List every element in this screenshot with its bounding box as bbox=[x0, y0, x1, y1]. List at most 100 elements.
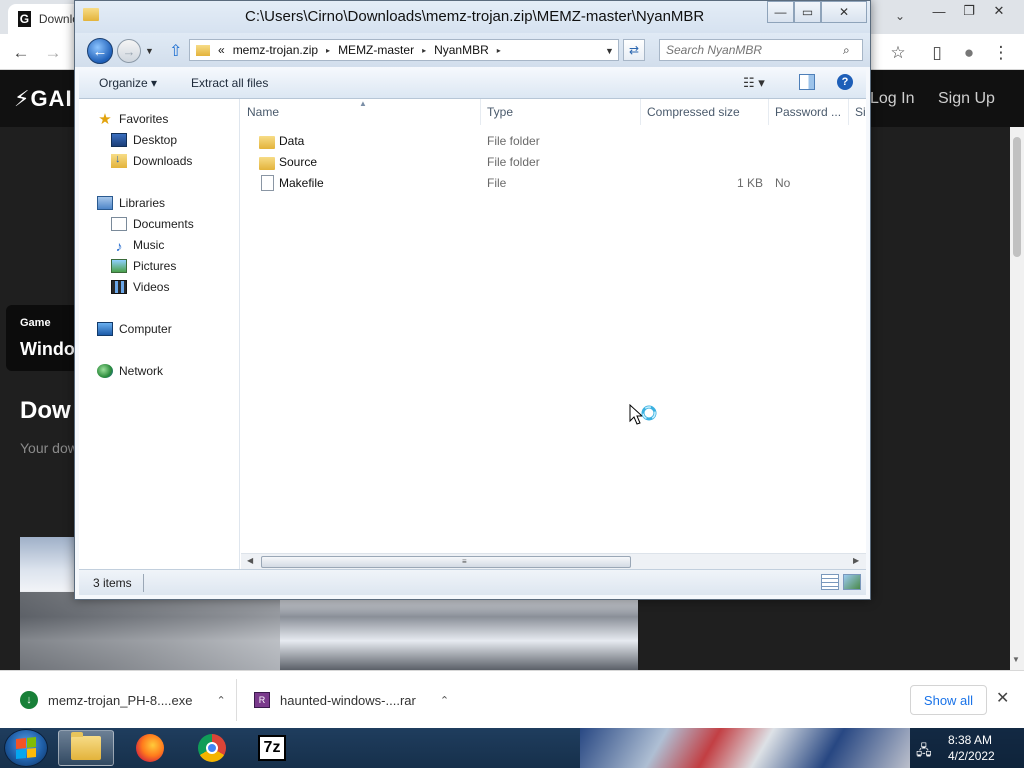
breadcrumb-item[interactable]: NyanMBR bbox=[434, 43, 489, 57]
download-item[interactable]: ↓ memz-trojan_PH-8....exe ⌃ bbox=[20, 671, 226, 729]
download-options-chevron-icon[interactable]: ⌃ bbox=[217, 694, 226, 707]
nav-item-libraries[interactable]: Libraries bbox=[97, 193, 165, 213]
search-icon[interactable]: ⌕ bbox=[843, 43, 850, 58]
recent-locations-chevron-icon[interactable]: ▼ bbox=[145, 46, 154, 56]
bookmark-star-icon[interactable]: ☆ bbox=[885, 40, 911, 66]
taskbar-explorer-button[interactable] bbox=[58, 730, 114, 766]
search-input[interactable] bbox=[659, 39, 863, 61]
nav-item-music[interactable]: ♪ Music bbox=[111, 235, 165, 255]
breadcrumb-item[interactable]: memz-trojan.zip bbox=[233, 43, 318, 57]
help-icon[interactable]: ? bbox=[837, 74, 853, 90]
network-tray-icon[interactable]: 🖧 bbox=[916, 740, 932, 764]
browser-forward-button[interactable]: → bbox=[40, 40, 66, 66]
download-shelf: ↓ memz-trojan_PH-8....exe ⌃ R haunted-wi… bbox=[0, 670, 1024, 728]
column-header-name[interactable]: Name bbox=[241, 99, 481, 125]
horizontal-scrollbar-thumb[interactable]: ≡ bbox=[261, 556, 631, 568]
profile-avatar-icon[interactable]: ● bbox=[956, 40, 982, 66]
site-logo[interactable]: ⚡GAI bbox=[14, 86, 73, 112]
explorer-close-button[interactable]: ✕ bbox=[821, 1, 867, 23]
address-overflow[interactable]: « bbox=[218, 43, 225, 57]
sign-up-link[interactable]: Sign Up bbox=[938, 90, 995, 108]
log-in-link[interactable]: Log In bbox=[870, 90, 914, 108]
browser-minimize-button[interactable]: — bbox=[924, 0, 954, 22]
refresh-icon[interactable]: ⇄ bbox=[623, 39, 645, 61]
scroll-right-arrow-icon[interactable]: ▶ bbox=[853, 556, 859, 565]
7zip-icon: 7z bbox=[258, 735, 286, 761]
taskbar-firefox-button[interactable] bbox=[122, 730, 178, 766]
explorer-titlebar[interactable]: C:\Users\Cirno\Downloads\memz-trojan.zip… bbox=[75, 1, 870, 33]
site-favicon-icon: G bbox=[18, 11, 31, 27]
download-options-chevron-icon[interactable]: ⌃ bbox=[440, 694, 449, 707]
change-view-button[interactable]: ☷ ▾ bbox=[743, 75, 765, 91]
column-header-size[interactable]: Si bbox=[849, 99, 866, 125]
start-button[interactable] bbox=[4, 729, 48, 767]
game-badge: Game bbox=[20, 317, 51, 329]
folder-icon bbox=[259, 135, 275, 150]
file-password: No bbox=[775, 176, 791, 190]
nav-item-documents[interactable]: Documents bbox=[111, 214, 194, 234]
documents-icon bbox=[111, 217, 127, 231]
videos-icon bbox=[111, 280, 127, 294]
extract-all-files-button[interactable]: Extract all files bbox=[191, 76, 268, 90]
file-row[interactable]: Data File folder bbox=[241, 131, 866, 152]
clock-date[interactable]: 4/2/2022 bbox=[948, 749, 995, 763]
browser-menu-icon[interactable]: ⋮ bbox=[988, 40, 1014, 66]
taskbar-7zip-button[interactable]: 7z bbox=[244, 730, 300, 766]
file-icon bbox=[261, 175, 274, 191]
breadcrumb-separator-icon[interactable]: ▸ bbox=[422, 46, 426, 55]
file-type: File folder bbox=[487, 134, 540, 148]
up-folder-icon[interactable]: ⇧ bbox=[169, 41, 182, 61]
libraries-icon bbox=[97, 196, 113, 210]
nav-item-videos[interactable]: Videos bbox=[111, 277, 169, 297]
file-row[interactable]: Source File folder bbox=[241, 152, 866, 173]
nav-item-network[interactable]: Network bbox=[97, 361, 163, 381]
browser-close-button[interactable]: ✕ bbox=[984, 0, 1014, 22]
explorer-window: C:\Users\Cirno\Downloads\memz-trojan.zip… bbox=[74, 0, 871, 600]
page-scrollbar-thumb[interactable] bbox=[1013, 137, 1021, 257]
details-view-icon[interactable] bbox=[821, 574, 839, 590]
preview-pane-icon[interactable] bbox=[799, 74, 815, 90]
nav-item-desktop[interactable]: Desktop bbox=[111, 130, 177, 150]
nav-item-downloads[interactable]: Downloads bbox=[111, 151, 192, 171]
file-row[interactable]: Makefile File 1 KB No bbox=[241, 173, 866, 194]
breadcrumb-separator-icon[interactable]: ▸ bbox=[497, 46, 501, 55]
tab-search-chevron-icon[interactable]: ⌄ bbox=[888, 4, 912, 28]
download-separator bbox=[236, 679, 237, 721]
show-all-downloads-button[interactable]: Show all bbox=[910, 685, 987, 715]
nav-item-label: Videos bbox=[133, 280, 170, 294]
explorer-window-title: C:\Users\Cirno\Downloads\memz-trojan.zip… bbox=[245, 8, 705, 25]
explorer-forward-button[interactable]: → bbox=[117, 39, 141, 63]
nav-item-computer[interactable]: Computer bbox=[97, 319, 172, 339]
firefox-icon bbox=[136, 734, 164, 762]
column-header-compressed-size[interactable]: Compressed size bbox=[641, 99, 769, 125]
explorer-maximize-button[interactable]: ▭ bbox=[794, 1, 821, 23]
page-scrollbar[interactable]: ▼ bbox=[1010, 127, 1024, 670]
page-title: Dow bbox=[20, 397, 71, 424]
computer-icon bbox=[97, 322, 113, 336]
large-icons-view-icon[interactable] bbox=[843, 574, 861, 590]
address-history-chevron-icon[interactable]: ▼ bbox=[605, 46, 614, 56]
horizontal-scrollbar[interactable]: ◀ ≡ ▶ bbox=[241, 553, 866, 569]
desktop-icon bbox=[111, 133, 127, 147]
close-download-shelf-icon[interactable]: ✕ bbox=[996, 688, 1009, 708]
explorer-back-button[interactable]: ← bbox=[87, 38, 113, 64]
nav-item-label: Documents bbox=[133, 217, 194, 231]
download-item[interactable]: R haunted-windows-....rar ⌃ bbox=[254, 671, 449, 729]
organize-button[interactable]: Organize ▾ bbox=[99, 76, 157, 90]
address-bar[interactable]: « memz-trojan.zip ▸ MEMZ-master ▸ NyanMB… bbox=[189, 39, 619, 61]
side-panel-icon[interactable]: ▯ bbox=[924, 40, 950, 66]
explorer-minimize-button[interactable]: — bbox=[767, 1, 794, 23]
browser-back-button[interactable]: ← bbox=[8, 40, 34, 66]
clock-time[interactable]: 8:38 AM bbox=[948, 733, 992, 747]
taskbar-chrome-button[interactable] bbox=[184, 730, 240, 766]
breadcrumb-item[interactable]: MEMZ-master bbox=[338, 43, 414, 57]
scroll-left-arrow-icon[interactable]: ◀ bbox=[247, 556, 253, 565]
explorer-window-controls: — ▭ ✕ bbox=[767, 1, 867, 23]
browser-maximize-button[interactable]: ❐ bbox=[954, 0, 984, 22]
breadcrumb-separator-icon[interactable]: ▸ bbox=[326, 46, 330, 55]
scroll-down-arrow-icon[interactable]: ▼ bbox=[1012, 655, 1020, 664]
nav-item-favorites[interactable]: ★ Favorites bbox=[97, 109, 168, 129]
column-header-type[interactable]: Type bbox=[481, 99, 641, 125]
nav-item-pictures[interactable]: Pictures bbox=[111, 256, 176, 276]
column-header-password[interactable]: Password ... bbox=[769, 99, 849, 125]
